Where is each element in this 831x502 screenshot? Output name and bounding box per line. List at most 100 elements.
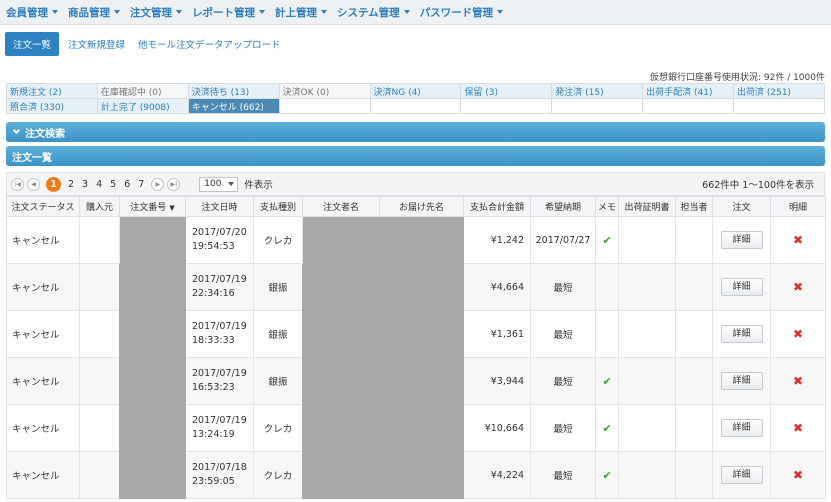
total-amount: ¥10,664 (463, 404, 531, 452)
memo-cell: ✔ (595, 404, 619, 452)
per-page-select[interactable]: 100 (199, 176, 239, 192)
status-filter-link[interactable]: 保留 (3) (460, 83, 553, 99)
order-detail-cell: 詳細 (712, 451, 771, 499)
order-status-filter: 新規注文 (2) 在庫確認中 (0) 決済待ち (13) 決済OK (0) 決済NG (… (6, 83, 825, 114)
check-icon: ✔ (602, 374, 612, 388)
delete-x-icon[interactable]: ✖ (793, 468, 803, 482)
status-filter-link[interactable]: キャンセル (662) (187, 98, 280, 114)
top-nav-item[interactable]: 商品管理 (68, 5, 120, 20)
top-nav: 会員管理 商品管理 注文管理 レポート管理 計上管理 システム管理 パスワード管理 (0, 0, 831, 25)
status-row: 新規注文 (2) 在庫確認中 (0) 決済待ち (13) 決済OK (0) 決済NG (… (6, 83, 825, 99)
caret-down-icon (321, 10, 327, 14)
order-detail-cell: 詳細 (712, 357, 771, 405)
delete-x-icon[interactable]: ✖ (793, 327, 803, 341)
detail-button[interactable]: 詳細 (720, 231, 763, 249)
column-header-label: 購入元 (85, 203, 113, 213)
status-row: 照合済 (330) 計上完了 (9008) キャンセル (662) (6, 98, 825, 114)
check-icon: ✔ (602, 468, 612, 482)
page-number[interactable]: 1 (46, 176, 61, 192)
column-header-label: 注文番号 (130, 203, 167, 213)
status-filter-link[interactable]: 新規注文 (2) (6, 83, 98, 99)
requested-delivery: 最短 (530, 310, 596, 358)
caret-down-icon (497, 10, 504, 14)
sub-nav-link[interactable]: 注文一覧 (5, 32, 60, 56)
order-date: 2017/07/18 (192, 462, 247, 473)
page-number[interactable]: 4 (96, 179, 102, 190)
purchase-source (79, 263, 120, 311)
detail-button[interactable]: 詳細 (720, 419, 763, 437)
status-filter-link[interactable]: 計上完了 (9008) (96, 98, 189, 114)
detail-button[interactable]: 詳細 (720, 278, 763, 296)
result-range-text: 662件中 1～100件を表示 (702, 180, 814, 191)
page-number[interactable]: 3 (82, 179, 88, 190)
status-cell-empty (642, 98, 734, 114)
status-filter-link[interactable]: 在庫確認中 (0) (96, 83, 189, 99)
account-usage-status: 仮想銀行口座番号使用状況: 92件 / 1000件 (649, 73, 825, 83)
page-number[interactable]: 7 (138, 179, 144, 190)
order-detail-cell: 詳細 (712, 310, 771, 358)
status-filter-link[interactable]: 照合済 (330) (6, 98, 98, 114)
order-search-toggle[interactable]: 注文検索 (6, 122, 825, 142)
status-filter-link[interactable]: 決済OK (0) (278, 83, 371, 99)
top-nav-item[interactable]: システム管理 (337, 5, 410, 20)
column-header-label: 注文者名 (322, 203, 359, 213)
status-filter-link[interactable]: 出荷済 (251) (733, 83, 825, 99)
detail-button[interactable]: 詳細 (720, 372, 763, 390)
orders-table: 注文ステータス 購入元 注文番号 ▼ 注文日時 支払種別 注文者名 お届け先名 支払合計金額 希望… (6, 196, 826, 499)
first-page-icon[interactable]: |◀ (11, 177, 24, 191)
top-nav-item[interactable]: パスワード管理 (420, 5, 504, 20)
order-status: キャンセル (6, 404, 80, 452)
sub-nav-link[interactable]: 注文新規登録 (68, 37, 125, 51)
payment-type: 銀振 (253, 263, 303, 311)
top-nav-label: パスワード管理 (419, 6, 494, 19)
next-page-icon[interactable]: ▶ (151, 177, 165, 191)
top-nav-label: レポート管理 (192, 6, 255, 19)
order-datetime: 2017/07/19 13:24:19 (185, 404, 254, 452)
top-nav-item[interactable]: 会員管理 (6, 5, 58, 20)
delete-x-icon[interactable]: ✖ (793, 421, 803, 435)
top-nav-label: 会員管理 (6, 6, 48, 19)
order-date: 2017/07/20 (192, 227, 247, 238)
detail-button[interactable]: 詳細 (720, 466, 763, 484)
total-amount: ¥4,664 (463, 263, 531, 311)
last-page-icon[interactable]: ▶| (167, 177, 181, 191)
delete-x-icon[interactable]: ✖ (793, 374, 803, 388)
order-time: 22:34:16 (192, 288, 235, 299)
requested-delivery: 最短 (530, 357, 596, 405)
status-cell-empty (733, 98, 825, 114)
column-header: 出荷証明書 (618, 196, 676, 217)
redacted-order-number (119, 216, 186, 499)
delete-x-icon[interactable]: ✖ (793, 233, 803, 247)
memo-cell (595, 310, 619, 358)
page-number[interactable]: 2 (68, 179, 74, 190)
status-filter-link[interactable]: 決済NG (4) (369, 83, 462, 99)
top-nav-item[interactable]: 計上管理 (275, 5, 327, 20)
status-filter-link[interactable]: 決済待ち (13) (187, 83, 280, 99)
top-nav-item[interactable]: 注文管理 (130, 5, 182, 20)
column-header-label: 支払種別 (259, 203, 296, 213)
total-amount: ¥1,361 (463, 310, 531, 358)
column-header: 支払種別 (253, 196, 303, 217)
purchase-source (79, 451, 120, 499)
status-filter-link[interactable]: 発注済 (15) (551, 83, 644, 99)
column-header: メモ (595, 196, 619, 217)
assignee (675, 451, 713, 499)
order-datetime: 2017/07/19 22:34:16 (185, 263, 254, 311)
sub-nav-link[interactable]: 他モール注文データアップロード (138, 37, 281, 51)
column-header: 注文ステータス (6, 196, 80, 217)
shipping-certificate (618, 451, 676, 499)
top-nav-label: システム管理 (337, 6, 400, 19)
status-filter-link[interactable]: 出荷手配済 (41) (642, 83, 734, 99)
page-number[interactable]: 6 (124, 179, 130, 190)
top-nav-item[interactable]: レポート管理 (192, 5, 265, 20)
column-header[interactable]: 注文番号 ▼ (119, 196, 186, 217)
page-number[interactable]: 5 (110, 179, 116, 190)
memo-cell: ✔ (595, 216, 619, 264)
table-row: キャンセル 2017/07/20 19:54:53 クレカ ¥1,242 2017/07/… (6, 216, 826, 499)
delete-x-icon[interactable]: ✖ (793, 280, 803, 294)
detail-button[interactable]: 詳細 (720, 325, 763, 343)
column-header-label: 注文ステータス (11, 203, 75, 213)
requested-delivery: 2017/07/27 (530, 216, 596, 264)
prev-page-icon[interactable]: ◀ (27, 177, 40, 191)
status-cell-empty (369, 98, 462, 114)
